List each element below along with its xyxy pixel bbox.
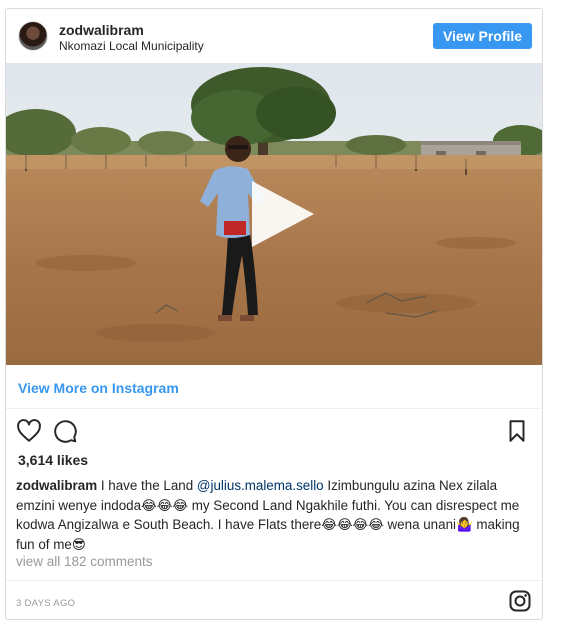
instagram-icon[interactable] [508, 589, 532, 613]
post-footer: 3 DAYS AGO [6, 580, 542, 619]
heart-icon[interactable] [16, 418, 42, 444]
view-more-section: View More on Instagram [6, 365, 542, 409]
comment-icon[interactable] [52, 418, 78, 444]
caption-username[interactable]: zodwalibram [16, 478, 97, 493]
caption-mention[interactable]: @julius.malema.sello [197, 478, 324, 493]
bookmark-icon[interactable] [504, 418, 530, 444]
caption-text-before: I have the Land [100, 478, 194, 493]
action-bar [6, 410, 542, 450]
view-profile-button[interactable]: View Profile [433, 23, 532, 49]
post-caption: zodwalibram I have the Land @julius.male… [16, 476, 536, 554]
post-timestamp[interactable]: 3 DAYS AGO [16, 598, 75, 609]
video-thumbnail [6, 63, 542, 365]
post-video[interactable] [6, 63, 542, 365]
view-more-on-instagram-link[interactable]: View More on Instagram [18, 380, 179, 396]
post-username[interactable]: zodwalibram [59, 22, 144, 38]
avatar[interactable] [18, 21, 48, 51]
post-location[interactable]: Nkomazi Local Municipality [59, 39, 204, 53]
view-all-comments-link[interactable]: view all 182 comments [16, 554, 153, 569]
instagram-embed-card: zodwalibram Nkomazi Local Municipality V… [5, 8, 543, 620]
like-count[interactable]: 3,614 likes [18, 452, 88, 468]
post-header: zodwalibram Nkomazi Local Municipality V… [6, 9, 542, 63]
